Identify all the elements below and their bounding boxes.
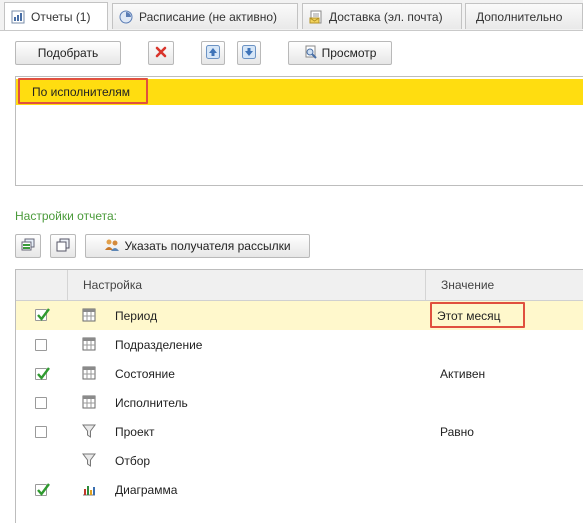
column-header-setting: Настройка <box>83 278 143 292</box>
calendar-table-icon <box>81 394 97 410</box>
row-setting-value[interactable]: Активен <box>440 367 485 381</box>
row-checkbox[interactable] <box>35 483 50 496</box>
delete-icon <box>155 46 167 61</box>
settings-table: Настройка Значение Период Этот месяц Под… <box>15 269 583 523</box>
value-highlight <box>430 302 525 328</box>
table-row[interactable]: Проект Равно <box>16 417 583 446</box>
mail-doc-icon <box>309 10 323 24</box>
report-icon <box>11 10 25 24</box>
filter-icon <box>81 423 97 439</box>
specify-recipient-button[interactable]: Указать получателя рассылки <box>85 234 310 258</box>
tab-schedule-label: Расписание (не активно) <box>139 9 278 24</box>
column-header-value: Значение <box>441 278 495 292</box>
move-down-button[interactable] <box>237 41 261 65</box>
settings-edit-icon <box>20 238 36 255</box>
preview-icon <box>304 45 318 62</box>
table-header: Настройка Значение <box>16 270 583 301</box>
row-checkbox[interactable] <box>35 397 47 409</box>
column-divider <box>67 270 68 300</box>
row-setting-name: Отбор <box>115 454 151 468</box>
tab-additional-label: Дополнительно <box>476 9 563 24</box>
row-checkbox[interactable] <box>35 339 47 351</box>
table-row[interactable]: Период Этот месяц <box>16 301 583 330</box>
table-row[interactable]: Диаграмма <box>16 475 583 504</box>
preview-button[interactable]: Просмотр <box>288 41 392 65</box>
tab-delivery-label: Доставка (эл. почта) <box>329 9 443 24</box>
row-setting-name: Период <box>115 309 158 323</box>
calendar-table-icon <box>81 365 97 381</box>
move-up-button[interactable] <box>201 41 225 65</box>
delete-button[interactable] <box>148 41 174 65</box>
row-setting-name: Подразделение <box>115 338 203 352</box>
pick-button-label: Подобрать <box>37 46 99 60</box>
selection-highlight <box>18 78 148 104</box>
clock-icon <box>119 10 133 24</box>
reports-list[interactable]: По исполнителям <box>15 76 583 186</box>
row-setting-name: Проект <box>115 425 155 439</box>
table-row[interactable]: Подразделение <box>16 330 583 359</box>
row-setting-name: Исполнитель <box>115 396 188 410</box>
table-row[interactable]: Состояние Активен <box>16 359 583 388</box>
tab-reports[interactable]: Отчеты (1) <box>4 2 108 30</box>
row-setting-name: Состояние <box>115 367 175 381</box>
tab-schedule[interactable]: Расписание (не активно) <box>112 3 298 29</box>
tab-additional[interactable]: Дополнительно <box>465 3 583 29</box>
arrow-down-icon <box>242 44 256 62</box>
specify-recipient-label: Указать получателя рассылки <box>124 239 291 253</box>
row-setting-value[interactable]: Равно <box>440 425 474 439</box>
bar-chart-icon <box>81 481 97 497</box>
arrow-up-icon <box>206 44 220 62</box>
edit-settings-button[interactable] <box>15 234 41 258</box>
table-row[interactable]: Исполнитель <box>16 388 583 417</box>
settings-title: Настройки отчета: <box>15 209 117 223</box>
table-row[interactable]: Отбор <box>16 446 583 475</box>
column-divider <box>425 270 426 300</box>
row-checkbox[interactable] <box>35 426 47 438</box>
copy-settings-button[interactable] <box>50 234 76 258</box>
preview-button-label: Просмотр <box>321 46 377 60</box>
tab-delivery[interactable]: Доставка (эл. почта) <box>302 3 462 29</box>
filter-icon <box>81 452 97 468</box>
calendar-table-icon <box>81 336 97 352</box>
pick-button[interactable]: Подобрать <box>15 41 121 65</box>
users-icon <box>104 238 120 255</box>
copy-icon <box>55 238 71 255</box>
row-checkbox[interactable] <box>35 308 50 321</box>
row-checkbox[interactable] <box>35 367 50 380</box>
tab-reports-label: Отчеты (1) <box>31 9 91 24</box>
calendar-table-icon <box>81 307 97 323</box>
tab-bar: Отчеты (1) Расписание (не активно) Доста… <box>0 0 583 31</box>
row-setting-name: Диаграмма <box>115 483 178 497</box>
